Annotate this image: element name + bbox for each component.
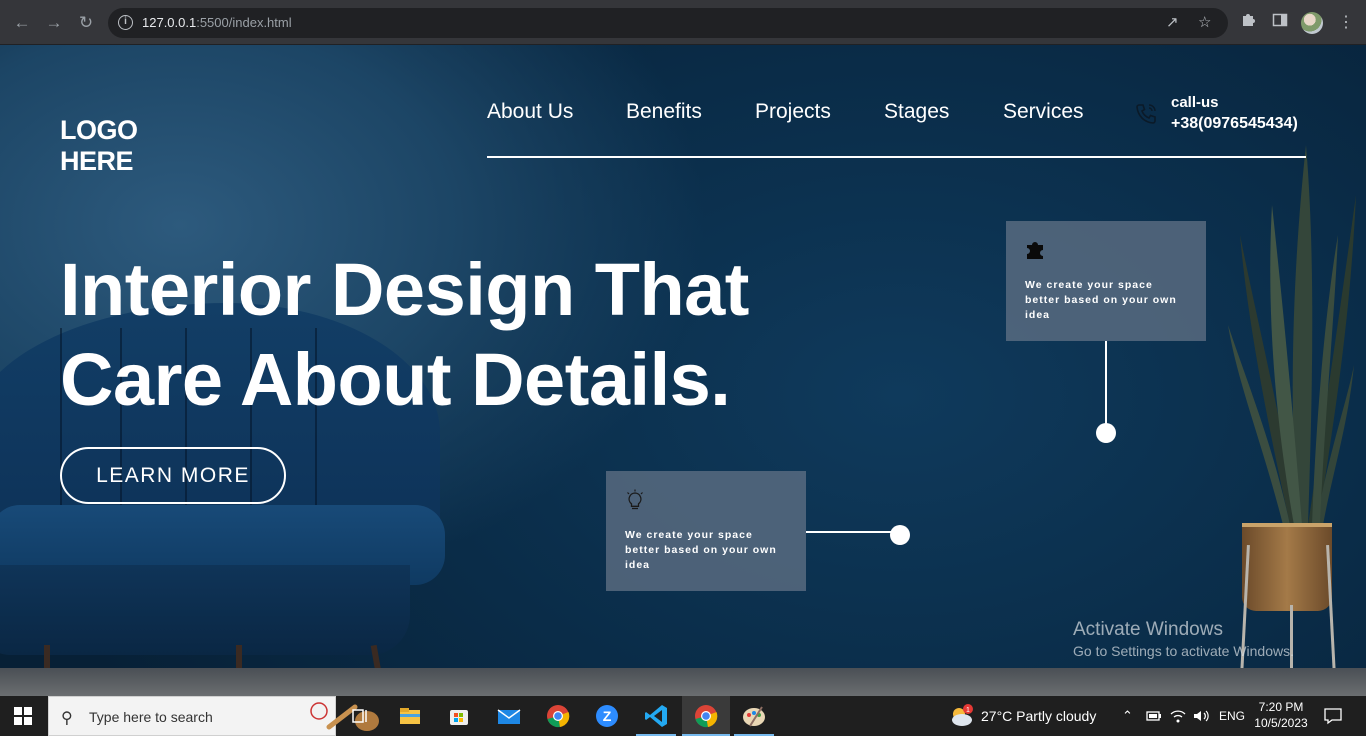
call-us-label: call-us [1171,94,1219,111]
weather-cloud-icon[interactable]: 1 [948,703,974,729]
lightbulb-icon [627,489,643,510]
snake-plant-image [1228,145,1356,525]
microsoft-store-icon[interactable] [445,702,473,730]
url-text[interactable]: 127.0.0.1:5500/index.html [142,15,292,30]
search-placeholder: Type here to search [89,709,213,725]
url-path: :5500/index.html [196,15,292,30]
card-connector-line [806,531,892,533]
hero-headline: Interior Design That Care About Details. [60,245,749,425]
zoom-icon[interactable]: Z [593,702,621,730]
nav-stages[interactable]: Stages [884,100,949,124]
feature-card: We create your space better based on you… [606,471,806,591]
site-info-icon[interactable]: i [118,15,133,30]
logo-line: HERE [60,146,134,176]
phone-icon [1136,104,1156,124]
svg-text:Z: Z [603,708,612,724]
menu-kebab-icon[interactable]: ⋮ [1338,12,1354,32]
battery-icon[interactable] [1144,708,1162,724]
system-clock[interactable]: 7:20 PM 10/5/2023 [1253,699,1309,731]
hero-section: LOGO HERE About Us Benefits Projects Sta… [0,45,1366,696]
vscode-icon[interactable] [642,702,670,730]
profile-avatar[interactable] [1301,12,1323,34]
hotspot-dot[interactable] [890,525,910,545]
call-us-number[interactable]: +38(0976545434) [1171,115,1298,133]
forward-arrow-icon[interactable]: → [43,12,65,34]
extensions-puzzle-icon[interactable] [1240,12,1256,32]
chrome-icon[interactable] [544,702,572,730]
nav-about-us[interactable]: About Us [487,100,573,124]
windows-start-icon[interactable] [14,707,32,725]
file-explorer-icon[interactable] [396,702,424,730]
notification-center-icon[interactable] [1323,707,1343,725]
wifi-icon[interactable] [1169,708,1187,724]
plant-pot [1242,523,1332,611]
headline-line: Care About Details. [60,338,731,421]
task-view-icon[interactable] [346,702,374,730]
puzzle-piece-icon [1027,242,1043,259]
browser-toolbar: ← → ↻ i 127.0.0.1:5500/index.html ↗ ☆ ⋮ [0,0,1366,45]
search-icon: ⚲ [61,710,73,727]
address-bar[interactable]: i 127.0.0.1:5500/index.html ↗ ☆ [108,8,1228,38]
site-logo[interactable]: LOGO HERE [60,115,138,177]
feature-card: We create your space better based on you… [1006,221,1206,341]
language-indicator[interactable]: ENG [1219,696,1245,736]
share-icon[interactable]: ↗ [1166,13,1179,31]
bookmark-star-icon[interactable]: ☆ [1198,13,1211,31]
chrome-active-icon[interactable] [692,702,720,730]
nav-services[interactable]: Services [1003,100,1084,124]
nav-benefits[interactable]: Benefits [626,100,702,124]
reload-icon[interactable]: ↻ [75,12,97,34]
nav-projects[interactable]: Projects [755,100,831,124]
url-host: 127.0.0.1 [142,15,197,30]
watermark-title: Activate Windows [1073,619,1223,640]
mail-icon[interactable] [495,702,523,730]
hotspot-dot[interactable] [1096,423,1116,443]
feature-card-text: We create your space better based on you… [1025,279,1177,321]
weather-badge: 1 [966,707,970,714]
clock-time: 7:20 PM [1258,700,1304,714]
logo-line: LOGO [60,115,138,145]
learn-more-button[interactable]: LEARN MORE [60,447,286,504]
armchair-base [0,565,410,655]
volume-icon[interactable] [1192,708,1210,724]
floor [0,668,1366,696]
chevron-up-icon[interactable]: ⌃ [1122,696,1133,736]
nav-divider [487,156,1306,158]
side-panel-icon[interactable] [1272,12,1288,32]
weather-text[interactable]: 27°C Partly cloudy [981,696,1096,736]
clock-date: 10/5/2023 [1254,716,1308,730]
watermark-subtitle: Go to Settings to activate Windows. [1073,643,1294,659]
back-arrow-icon[interactable]: ← [11,12,33,34]
activate-windows-watermark: Activate Windows Go to Settings to activ… [1073,619,1294,659]
paint-icon[interactable] [740,702,768,730]
taskbar-search-box[interactable]: ⚲ Type here to search [48,696,379,736]
headline-line: Interior Design That [60,248,749,331]
card-connector-line [1105,341,1107,431]
windows-taskbar: ⚲ Type here to search Z 1 27°C Partly cl… [0,696,1366,736]
feature-card-text: We create your space better based on you… [625,529,777,571]
